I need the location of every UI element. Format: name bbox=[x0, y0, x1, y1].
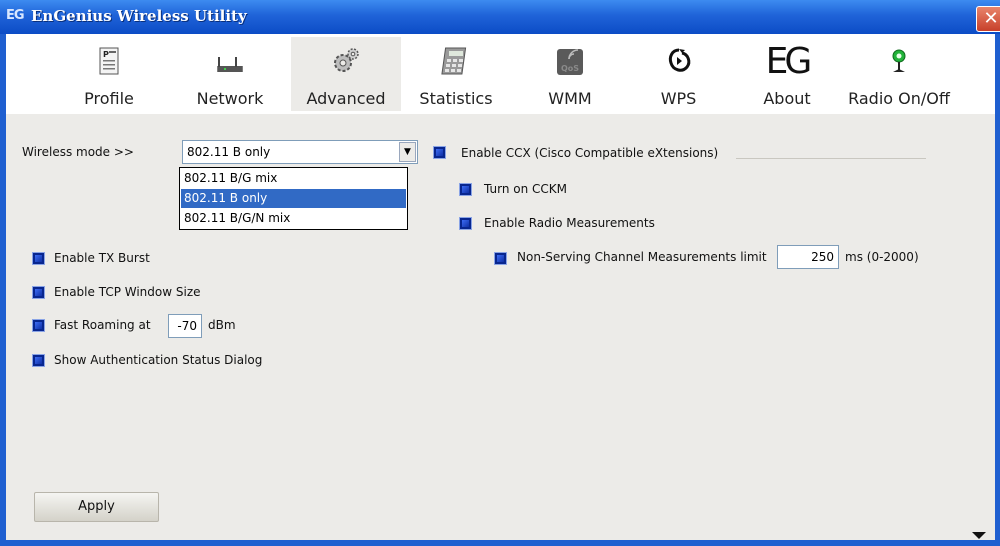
cckm-checkbox[interactable] bbox=[459, 183, 472, 196]
non-serving-label: Non-Serving Channel Measurements limit bbox=[517, 250, 767, 264]
tx-burst-label: Enable TX Burst bbox=[54, 251, 150, 265]
wireless-mode-select[interactable]: 802.11 B only ▼ bbox=[182, 140, 418, 164]
non-serving-checkbox[interactable] bbox=[494, 252, 507, 265]
auth-dialog-checkbox[interactable] bbox=[32, 354, 45, 367]
title-bar[interactable]: EG EnGenius Wireless Utility ✕ bbox=[0, 0, 1000, 34]
wireless-mode-option[interactable]: 802.11 B/G/N mix bbox=[181, 209, 406, 228]
window-border-right bbox=[995, 34, 1000, 546]
fast-roaming-unit: dBm bbox=[208, 318, 236, 332]
wps-icon bbox=[668, 48, 690, 72]
ccx-label: Enable CCX (Cisco Compatible eXtensions) bbox=[461, 146, 719, 160]
apply-button[interactable]: Apply bbox=[34, 492, 159, 522]
toolbar-label-wps: WPS bbox=[660, 89, 697, 108]
toolbar-item-advanced[interactable]: Advanced bbox=[291, 37, 401, 111]
wireless-mode-option[interactable]: 802.11 B/G mix bbox=[181, 169, 406, 188]
toolbar-item-network[interactable]: Network bbox=[184, 37, 276, 111]
non-serving-unit: ms (0-2000) bbox=[845, 250, 919, 264]
toolbar-item-about[interactable]: EG About bbox=[754, 37, 820, 111]
toolbar-item-statistics[interactable]: Statistics bbox=[406, 37, 506, 111]
wireless-mode-dropdown: 802.11 B/G mix 802.11 B only 802.11 B/G/… bbox=[179, 167, 408, 230]
app-window: EG EnGenius Wireless Utility ✕ P Profile bbox=[0, 0, 1000, 546]
svg-text:P: P bbox=[103, 50, 109, 59]
radio-measurements-checkbox[interactable] bbox=[459, 217, 472, 230]
fast-roaming-checkbox[interactable] bbox=[32, 319, 45, 332]
profile-icon: P bbox=[99, 47, 119, 75]
window-border-left bbox=[0, 34, 6, 546]
tx-burst-checkbox[interactable] bbox=[32, 252, 45, 265]
auth-dialog-label: Show Authentication Status Dialog bbox=[54, 353, 263, 367]
wireless-mode-option-selected[interactable]: 802.11 B only bbox=[181, 189, 406, 208]
window-title: EnGenius Wireless Utility bbox=[31, 7, 247, 25]
fast-roaming-input[interactable]: -70 bbox=[168, 314, 202, 338]
non-serving-input[interactable]: 250 bbox=[777, 245, 839, 269]
network-icon bbox=[217, 57, 243, 72]
gears-icon bbox=[334, 48, 359, 72]
toolbar-label-wmm: WMM bbox=[548, 89, 592, 108]
close-button[interactable]: ✕ bbox=[976, 6, 1000, 32]
chevron-down-icon[interactable]: ▼ bbox=[399, 142, 416, 162]
radio-antenna-icon bbox=[892, 49, 906, 72]
fast-roaming-label: Fast Roaming at bbox=[54, 318, 151, 332]
toolbar: P Profile Network Advanced Statistics Qo… bbox=[6, 34, 995, 114]
toolbar-label-profile: Profile bbox=[84, 89, 134, 108]
advanced-panel: Wireless mode >> 802.11 B only ▼ 802.11 … bbox=[6, 114, 995, 540]
ccx-divider bbox=[736, 158, 926, 159]
toolbar-item-wps[interactable]: WPS bbox=[646, 37, 711, 111]
ccx-checkbox[interactable] bbox=[433, 146, 446, 159]
toolbar-label-radio: Radio On/Off bbox=[848, 89, 950, 108]
app-logo-icon: EG bbox=[6, 8, 25, 23]
toolbar-item-radio[interactable]: Radio On/Off bbox=[844, 37, 954, 111]
tcp-window-checkbox[interactable] bbox=[32, 286, 45, 299]
wireless-mode-label: Wireless mode >> bbox=[22, 145, 134, 159]
svg-text:QoS: QoS bbox=[561, 64, 579, 73]
window-border-bottom bbox=[0, 540, 1000, 546]
toolbar-label-about: About bbox=[763, 89, 811, 108]
tcp-window-label: Enable TCP Window Size bbox=[54, 285, 201, 299]
radio-measurements-label: Enable Radio Measurements bbox=[484, 216, 655, 230]
qos-icon: QoS bbox=[557, 49, 583, 75]
toolbar-label-statistics: Statistics bbox=[419, 89, 493, 108]
eg-logo-icon: EG bbox=[765, 41, 813, 82]
toolbar-item-profile[interactable]: P Profile bbox=[64, 37, 154, 111]
scroll-down-icon[interactable] bbox=[972, 532, 986, 539]
wireless-mode-value: 802.11 B only bbox=[187, 145, 271, 159]
cckm-label: Turn on CCKM bbox=[484, 182, 567, 196]
toolbar-label-network: Network bbox=[196, 89, 264, 108]
toolbar-label-advanced: Advanced bbox=[306, 89, 386, 108]
calculator-icon bbox=[441, 47, 467, 75]
toolbar-item-wmm[interactable]: QoS WMM bbox=[531, 37, 609, 111]
